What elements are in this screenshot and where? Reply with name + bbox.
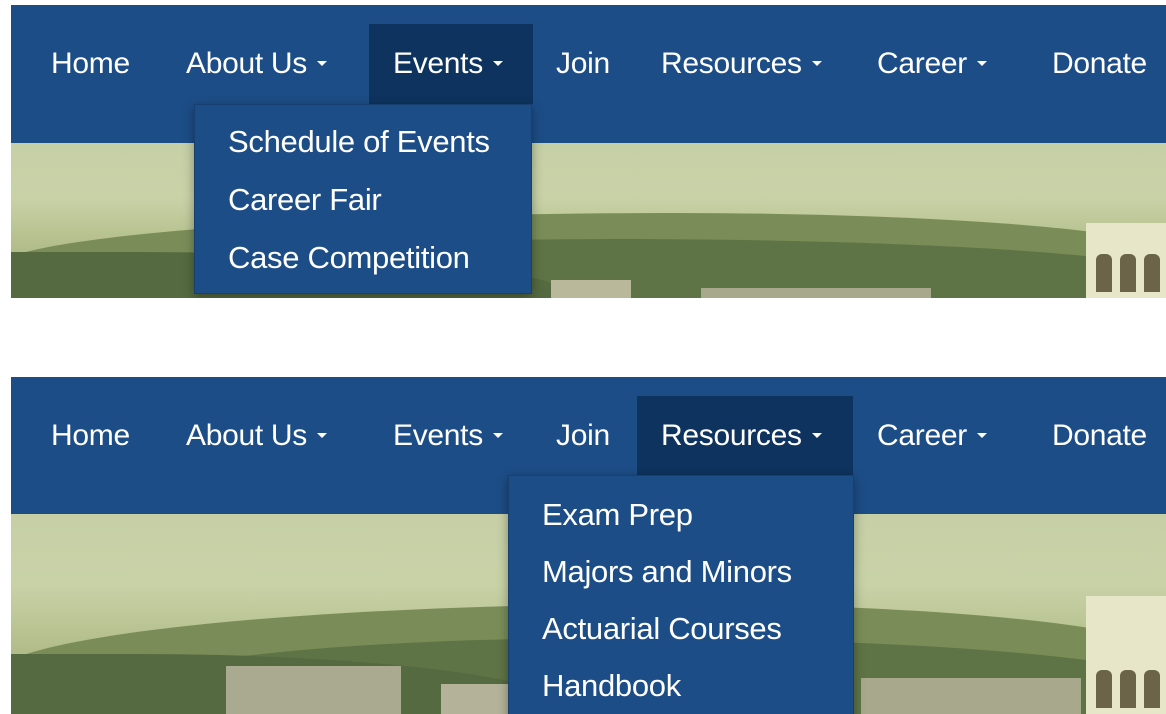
nav-item-resources[interactable]: Resources bbox=[637, 396, 853, 476]
nav-item-events[interactable]: Events bbox=[369, 24, 533, 104]
caret-down-icon bbox=[811, 60, 822, 66]
dropdown-item-schedule-of-events[interactable]: Schedule of Events bbox=[228, 122, 490, 162]
nav-item-resources[interactable]: Resources bbox=[661, 24, 822, 104]
dropdown-item-case-competition[interactable]: Case Competition bbox=[228, 238, 470, 278]
dropdown-item-career-fair[interactable]: Career Fair bbox=[228, 180, 382, 220]
nav-item-donate[interactable]: Donate bbox=[1052, 396, 1147, 476]
nav-item-join[interactable]: Join bbox=[556, 24, 610, 104]
nav-item-career[interactable]: Career bbox=[877, 396, 987, 476]
caret-down-icon bbox=[317, 432, 327, 438]
dropdown-item-exam-prep[interactable]: Exam Prep bbox=[542, 495, 693, 535]
resources-dropdown-menu: Exam Prep Majors and Minors Actuarial Co… bbox=[508, 475, 854, 714]
main-navbar: Home About Us Events Join Resources Care… bbox=[11, 5, 1166, 143]
caret-down-icon bbox=[976, 432, 987, 438]
hero-image bbox=[11, 143, 1166, 298]
nav-item-home[interactable]: Home bbox=[51, 24, 130, 104]
nav-item-about-us[interactable]: About Us bbox=[186, 396, 327, 476]
nav-item-career[interactable]: Career bbox=[877, 24, 987, 104]
caret-down-icon bbox=[317, 60, 327, 66]
nav-item-donate[interactable]: Donate bbox=[1052, 24, 1147, 104]
nav-item-about-us[interactable]: About Us bbox=[186, 24, 327, 104]
caret-down-icon bbox=[492, 432, 503, 438]
caret-down-icon bbox=[492, 60, 503, 66]
caret-down-icon bbox=[811, 432, 822, 438]
dropdown-item-actuarial-courses[interactable]: Actuarial Courses bbox=[542, 609, 782, 649]
building-tower bbox=[1086, 596, 1166, 714]
nav-panel-resources: Home About Us Events Join Resources Care… bbox=[11, 377, 1166, 714]
nav-item-join[interactable]: Join bbox=[556, 396, 610, 476]
nav-panel-events: Home About Us Events Join Resources Care… bbox=[11, 5, 1166, 298]
nav-item-events[interactable]: Events bbox=[393, 396, 503, 476]
events-dropdown-menu: Schedule of Events Career Fair Case Comp… bbox=[194, 104, 532, 294]
dropdown-item-majors-and-minors[interactable]: Majors and Minors bbox=[542, 552, 792, 592]
building-tower bbox=[1086, 223, 1166, 298]
caret-down-icon bbox=[976, 60, 987, 66]
nav-item-home[interactable]: Home bbox=[51, 396, 130, 476]
dropdown-item-handbook[interactable]: Handbook bbox=[542, 666, 681, 706]
